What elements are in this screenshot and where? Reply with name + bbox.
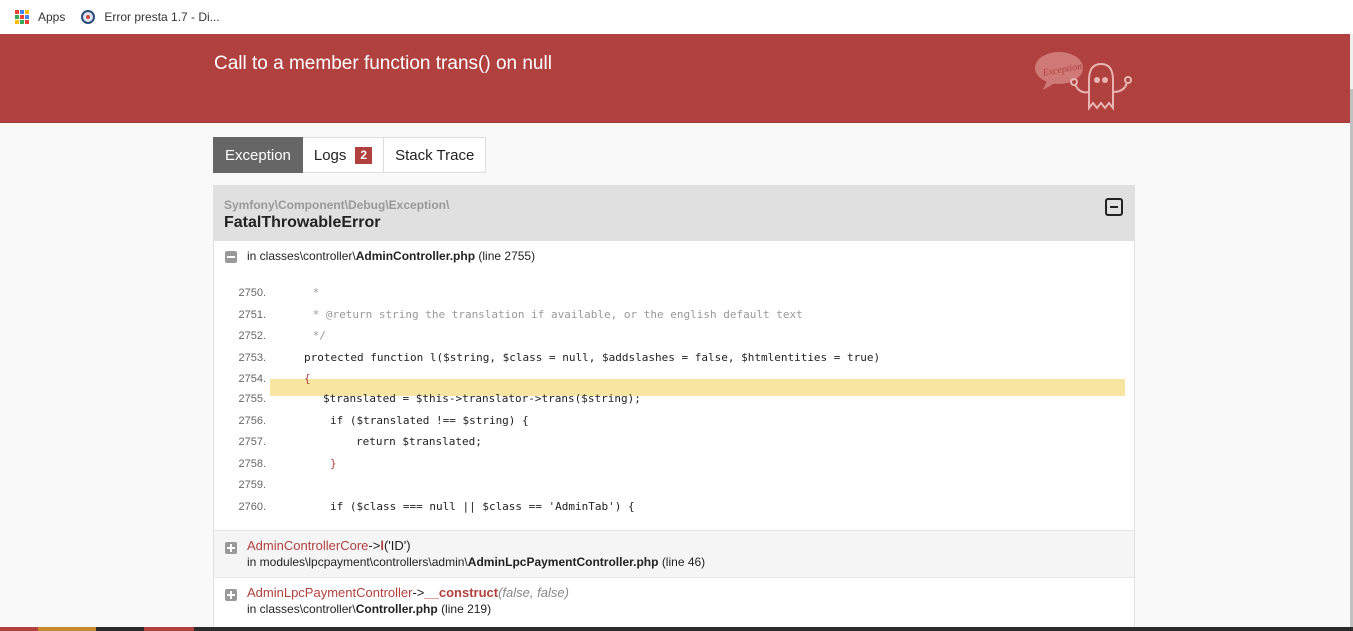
line-source: * (306, 286, 320, 299)
code-excerpt: 2750. * 2751. * @return string the trans… (214, 271, 1134, 530)
plus-icon[interactable] (225, 589, 237, 601)
apps-bookmark[interactable]: Apps (15, 10, 65, 24)
code-line: 2759. (214, 476, 1134, 494)
line-source: if ($translated !== $string) { (330, 414, 529, 427)
line-number: 2755. (238, 393, 266, 405)
line-source: */ (306, 329, 326, 342)
line-source: { (304, 372, 311, 385)
trace-location: in modules\lpcpayment\controllers\admin\… (247, 555, 1134, 570)
line-number: 2750. (238, 287, 266, 299)
tab-logs-label: Logs (313, 146, 347, 164)
file-line: (line 2755) (478, 249, 536, 263)
minus-icon[interactable] (225, 251, 237, 263)
error-presta-bookmark[interactable]: Error presta 1.7 - Di... (81, 10, 220, 24)
bookmarks-bar: Apps Error presta 1.7 - Di... (0, 0, 1353, 34)
exception-ghost-logo: Exception! (1033, 50, 1137, 112)
line-number: 2759. (238, 479, 266, 491)
exception-panel: Symfony\Component\Debug\Exception\ Fatal… (213, 185, 1135, 631)
ghost-icon: Exception! (1035, 52, 1132, 111)
code-line: 2752. */ (214, 327, 1134, 345)
code-line: 2758. } (214, 455, 1134, 473)
tab-bar: Exception Logs 2 Stack Trace (213, 137, 487, 173)
collapse-icon[interactable] (1105, 198, 1123, 216)
line-source: return $translated; (356, 435, 482, 448)
line-number: 2756. (238, 415, 266, 427)
line-number: 2751. (238, 309, 266, 321)
code-line: 2760. if ($class === null || $class == '… (214, 498, 1134, 516)
line-number: 2752. (238, 330, 266, 342)
line-source: protected function l($string, $class = n… (304, 351, 881, 364)
tab-stack-trace-label: Stack Trace (395, 146, 475, 164)
line-number: 2760. (238, 501, 266, 513)
tab-logs[interactable]: Logs 2 (302, 137, 385, 173)
code-line: 2751. * @return string the translation i… (214, 306, 1134, 324)
exception-namespace: Symfony\Component\Debug\Exception\ (224, 198, 450, 212)
apps-grid-icon (15, 10, 29, 24)
code-line: 2753. protected function l($string, $cla… (214, 349, 1134, 367)
trace-item[interactable]: AdminControllerCore->l('ID') in modules\… (214, 530, 1134, 577)
file-name: AdminController.php (355, 249, 476, 263)
tab-stack-trace[interactable]: Stack Trace (384, 137, 487, 173)
bookmark-label: Error presta 1.7 - Di... (104, 10, 220, 24)
site-favicon-icon (81, 10, 96, 24)
line-number: 2753. (238, 352, 266, 364)
trace-loc-prefix: in modules\lpcpayment\controllers\admin\ (247, 555, 468, 569)
trace-loc-file: AdminLpcPaymentController.php (467, 555, 659, 569)
line-source: * @return string the translation if avai… (306, 308, 803, 321)
trace-location: in classes\controller\Controller.php (li… (247, 602, 1134, 617)
trace-call: AdminLpcPaymentController->__construct(f… (247, 585, 1134, 600)
line-source: if ($class === null || $class == 'AdminT… (330, 500, 635, 513)
trace-args: ('ID') (383, 538, 411, 553)
trace-class: AdminLpcPaymentController (247, 585, 413, 600)
line-source: } (330, 457, 337, 470)
exception-panel-header: Symfony\Component\Debug\Exception\ Fatal… (214, 186, 1134, 241)
code-line: 2750. * (214, 284, 1134, 302)
trace-method: __construct (424, 585, 499, 600)
code-line-highlighted: 2755. $translated = $this->translator->t… (214, 390, 1134, 408)
trace-item[interactable]: AdminLpcPaymentController->__construct(f… (214, 577, 1134, 624)
trace-arrow: -> (412, 585, 425, 600)
exception-class: FatalThrowableError (224, 214, 381, 231)
trace-class: AdminControllerCore (247, 538, 369, 553)
line-number: 2758. (238, 458, 266, 470)
plus-icon[interactable] (225, 542, 237, 554)
tab-exception[interactable]: Exception (213, 137, 303, 173)
trace-call: AdminControllerCore->l('ID') (247, 538, 1134, 553)
trace-loc-prefix: in classes\controller\ (247, 602, 356, 616)
code-line: 2757. return $translated; (214, 433, 1134, 451)
logs-count-badge: 2 (355, 146, 373, 164)
exception-header: Call to a member function trans() on nul… (0, 34, 1350, 123)
trace-arrow: -> (368, 538, 381, 553)
tab-exception-label: Exception (225, 146, 291, 164)
line-number: 2757. (238, 436, 266, 448)
trace-file-header: in classes\controller\AdminController.ph… (214, 241, 1134, 271)
trace-loc-line: (line 219) (441, 602, 492, 616)
code-line: 2756. if ($translated !== $string) { (214, 412, 1134, 430)
code-line: 2754. { (214, 370, 1134, 388)
file-prefix: in classes\controller\ (247, 249, 356, 263)
trace-loc-file: Controller.php (355, 602, 438, 616)
taskbar-strip (0, 627, 1353, 631)
line-number: 2754. (238, 373, 266, 385)
trace-args: (false, false) (498, 585, 569, 600)
exception-message: Call to a member function trans() on nul… (214, 53, 552, 74)
trace-loc-line: (line 46) (661, 555, 706, 569)
line-source: $translated = $this->translator->trans($… (323, 392, 641, 405)
apps-label: Apps (38, 10, 66, 24)
